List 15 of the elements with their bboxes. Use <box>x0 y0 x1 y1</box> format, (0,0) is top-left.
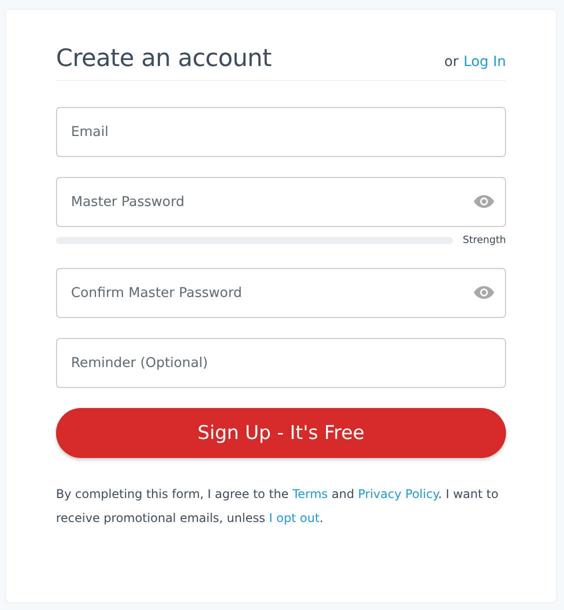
login-link[interactable]: Log In <box>464 54 506 70</box>
input-field[interactable]: Master Password <box>56 177 506 227</box>
signup-button[interactable]: Sign Up - It's Free <box>56 408 506 458</box>
legal-link[interactable]: Privacy Policy <box>358 487 438 501</box>
legal-link[interactable]: Terms <box>292 487 328 501</box>
eye-icon[interactable] <box>473 194 495 209</box>
eye-icon[interactable] <box>473 285 495 300</box>
legal-link[interactable]: I opt out <box>269 511 320 525</box>
login-prefix: or <box>444 54 459 70</box>
consent-text: By completing this form, I agree to the Terms and Privacy Policy. I want to receive promotional emails, unless I opt out. <box>56 486 500 527</box>
form-title: Create an account <box>56 44 272 72</box>
input-field[interactable]: Reminder (Optional) <box>56 338 506 388</box>
input-field[interactable]: Email <box>56 107 506 157</box>
input-field[interactable]: Confirm Master Password <box>56 268 506 318</box>
strength-label: Strength <box>462 235 506 246</box>
